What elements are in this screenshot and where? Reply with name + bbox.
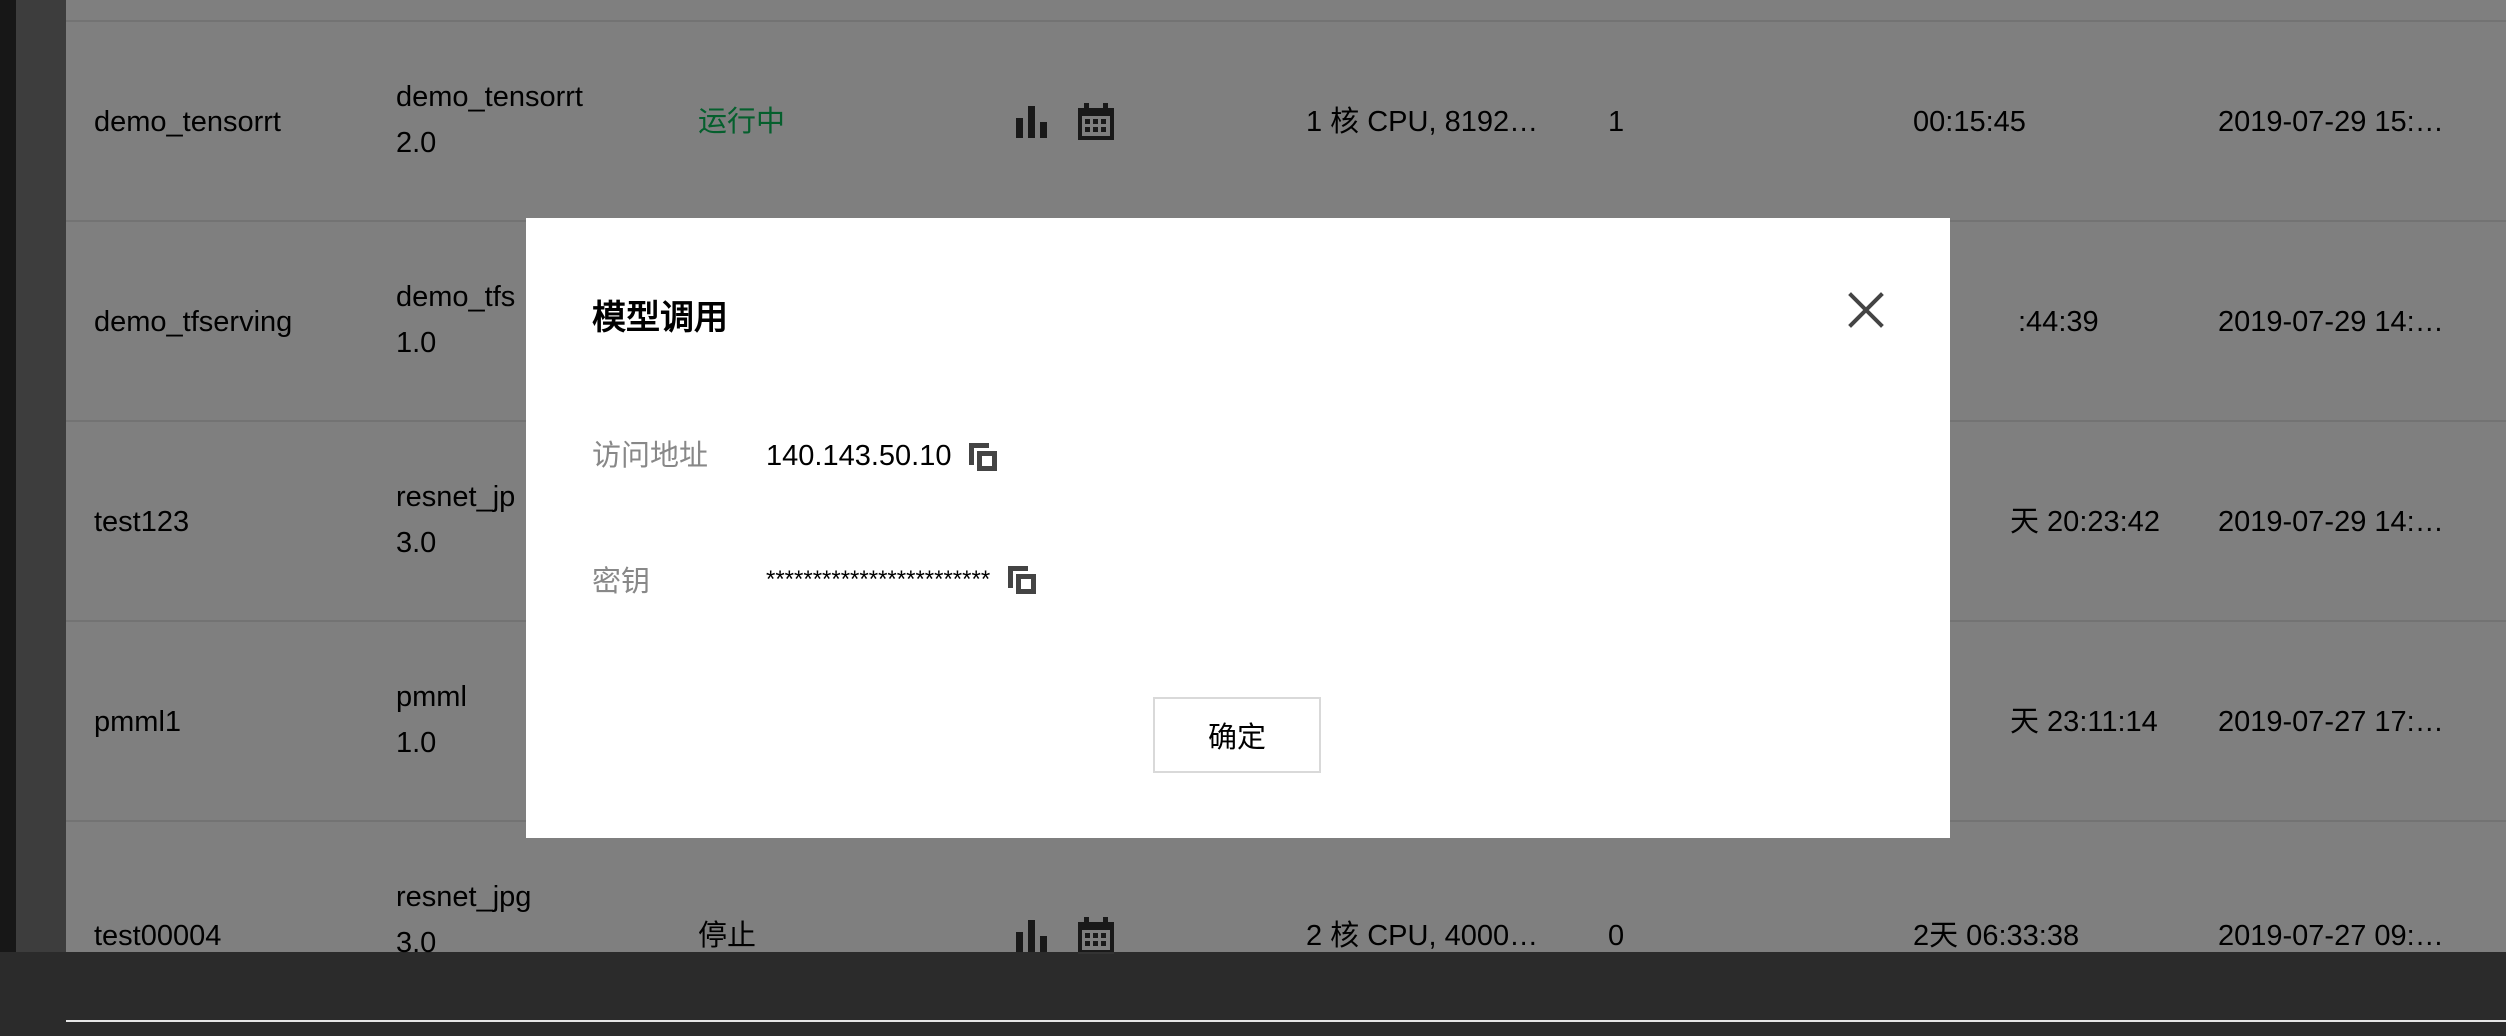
ok-button[interactable]: 确定 bbox=[1153, 697, 1321, 773]
address-label: 访问地址 bbox=[592, 440, 709, 472]
dialog-title: 模型调用 bbox=[592, 299, 728, 337]
key-value: ************************ bbox=[766, 566, 991, 593]
copy-icon[interactable] bbox=[967, 441, 999, 473]
close-icon[interactable] bbox=[1848, 292, 1884, 328]
address-value: 140.143.50.10 bbox=[766, 440, 952, 472]
model-invoke-dialog: 模型调用 访问地址 140.143.50.10 密钥 *************… bbox=[526, 218, 1950, 838]
address-field: 140.143.50.10 bbox=[766, 440, 999, 473]
copy-icon[interactable] bbox=[1006, 564, 1038, 596]
key-label: 密钥 bbox=[592, 566, 651, 598]
key-field: ************************ bbox=[766, 564, 1038, 596]
